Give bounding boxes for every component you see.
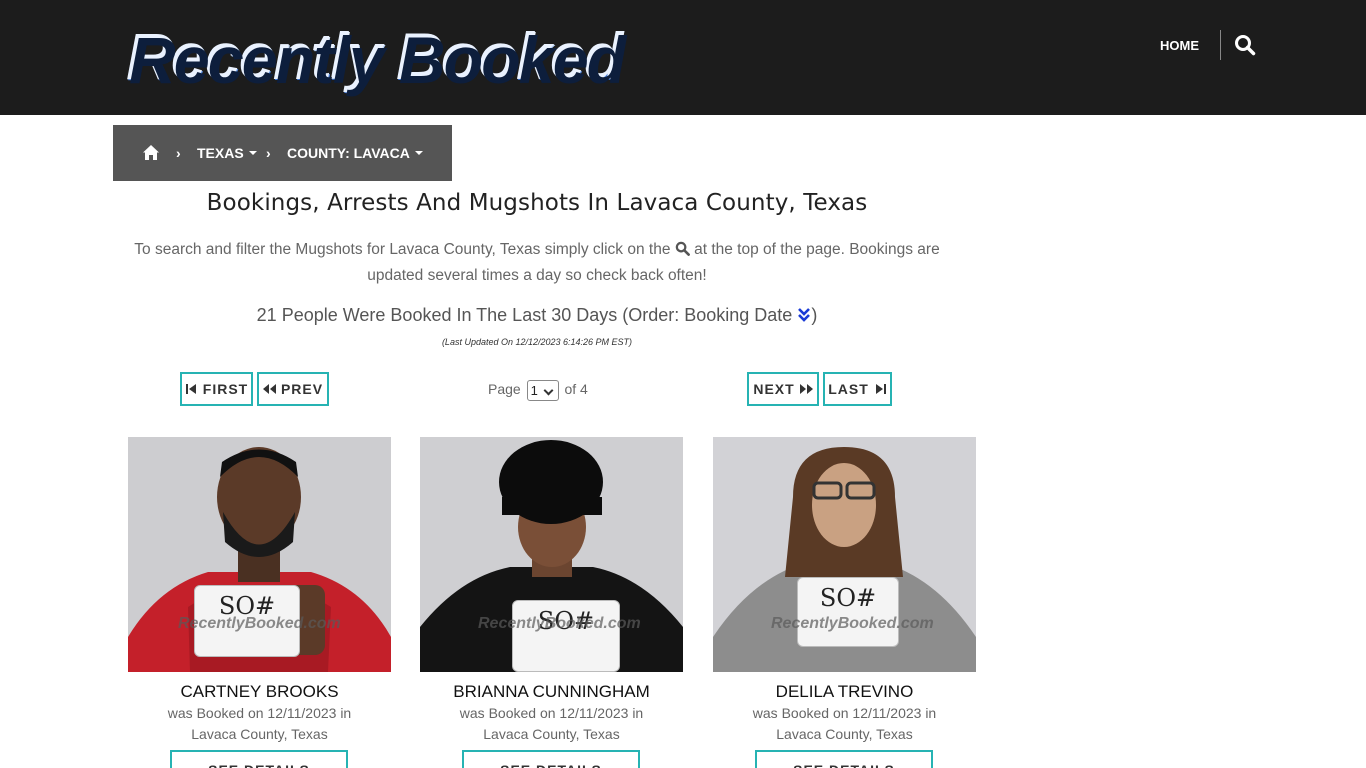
last-page-icon (875, 384, 886, 394)
first-page-button[interactable]: FIRST (180, 372, 253, 406)
person-name[interactable]: DELILA TREVINO (713, 682, 976, 702)
caret-down-icon (248, 151, 257, 156)
see-details-button[interactable]: SEE DETAILS (170, 750, 348, 768)
breadcrumb-county[interactable]: COUNTY: LAVACA (287, 144, 423, 162)
person-name[interactable]: BRIANNA CUNNINGHAM (420, 682, 683, 702)
booking-card: SO# RecentlyBooked.com DELILA TREVINO wa… (713, 437, 976, 768)
nav-home-link[interactable]: HOME (1160, 36, 1199, 56)
booking-card: SO# RecentlyBooked.com BRIANNA CUNNINGHA… (420, 437, 683, 768)
sort-order-icon[interactable] (797, 307, 811, 323)
page-title: Bookings, Arrests And Mugshots In Lavaca… (206, 190, 868, 216)
page-selector: Page 1 of 4 (488, 378, 588, 401)
mugshot-photo[interactable]: SO# RecentlyBooked.com (713, 437, 976, 672)
prev-page-label: PREV (280, 381, 324, 397)
site-logo[interactable]: Recently Booked (127, 18, 624, 96)
page-label: Page (488, 381, 521, 397)
chevron-right-icon: › (176, 145, 181, 161)
next-page-label: NEXT (753, 381, 795, 397)
next-page-button[interactable]: NEXT (747, 372, 819, 406)
last-page-label: LAST (828, 381, 869, 397)
placard-text: SO# (819, 584, 877, 612)
search-icon (675, 241, 690, 256)
breadcrumb-county-label: COUNTY: LAVACA (287, 145, 410, 161)
search-icon[interactable] (1234, 34, 1256, 56)
booking-info-location: Lavaca County, Texas (191, 726, 328, 742)
page-select[interactable]: 1 (526, 379, 559, 401)
placard: SO# (797, 577, 899, 647)
see-details-button[interactable]: SEE DETAILS (755, 750, 933, 768)
mugshot-photo[interactable]: SO# RecentlyBooked.com (128, 437, 391, 672)
forward-icon (799, 384, 813, 394)
chevron-right-icon: › (266, 145, 271, 161)
booking-count: 21 People Were Booked In The Last 30 Day… (113, 305, 961, 326)
breadcrumb-state[interactable]: TEXAS (197, 144, 257, 162)
nav-divider (1220, 30, 1221, 60)
breadcrumb: › TEXAS › COUNTY: LAVACA (113, 125, 452, 181)
breadcrumb-state-label: TEXAS (197, 145, 244, 161)
watermark: RecentlyBooked.com (478, 615, 641, 632)
booking-info-date: was Booked on 12/11/2023 in (459, 705, 644, 721)
caret-down-icon (414, 151, 423, 156)
person-name[interactable]: CARTNEY BROOKS (128, 682, 391, 702)
first-page-icon (185, 384, 196, 394)
last-updated: (Last Updated On 12/12/2023 6:14:26 PM E… (441, 337, 633, 347)
booking-count-close: ) (811, 305, 818, 325)
booking-card: SO# RecentlyBooked.com CARTNEY BROOKS wa… (128, 437, 391, 768)
home-icon[interactable] (142, 144, 160, 161)
booking-info-date: was Booked on 12/11/2023 in (752, 705, 937, 721)
placard: SO# (512, 600, 620, 672)
page-description: To search and filter the Mugshots for La… (113, 237, 961, 289)
desc-text-before: To search and filter the Mugshots for La… (134, 241, 671, 258)
page-total: of 4 (564, 381, 588, 397)
site-header: Recently Booked HOME (0, 0, 1366, 115)
booking-info-location: Lavaca County, Texas (776, 726, 913, 742)
first-page-label: FIRST (202, 381, 249, 397)
prev-page-button[interactable]: PREV (257, 372, 329, 406)
watermark: RecentlyBooked.com (771, 615, 934, 632)
backward-icon (262, 384, 276, 394)
booking-info-location: Lavaca County, Texas (483, 726, 620, 742)
booking-info-date: was Booked on 12/11/2023 in (167, 705, 352, 721)
last-page-button[interactable]: LAST (823, 372, 892, 406)
mugshot-photo[interactable]: SO# RecentlyBooked.com (420, 437, 683, 672)
booking-count-text: 21 People Were Booked In The Last 30 Day… (256, 305, 793, 325)
see-details-button[interactable]: SEE DETAILS (462, 750, 640, 768)
watermark: RecentlyBooked.com (178, 615, 341, 632)
